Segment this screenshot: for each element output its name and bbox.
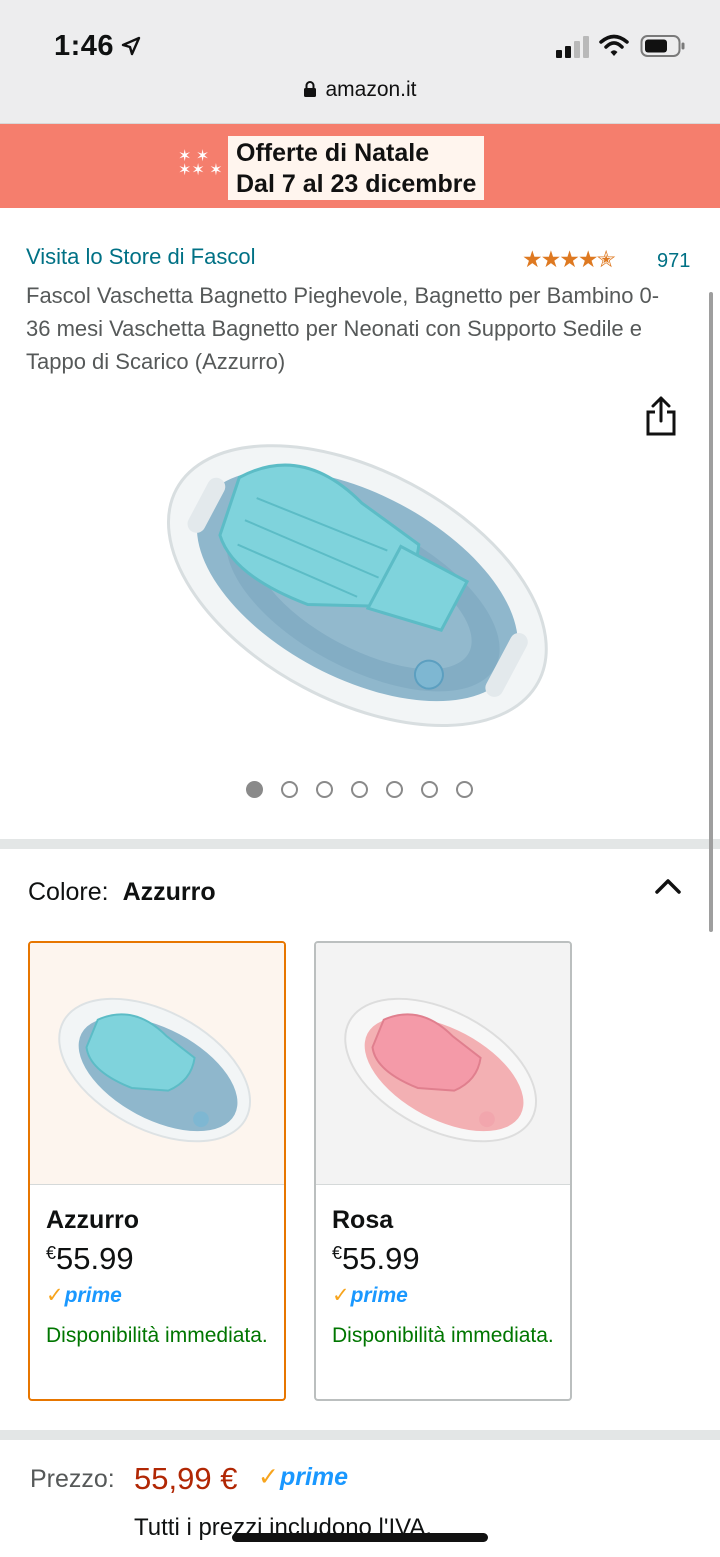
prime-badge: ✓prime: [46, 1283, 122, 1308]
color-option-rosa[interactable]: Rosa €55.99 ✓prime Disponibilità immedia…: [314, 941, 572, 1401]
carousel-dot[interactable]: [351, 781, 368, 798]
share-icon[interactable]: [644, 395, 678, 437]
availability-text: Disponibilità immediata.: [46, 1324, 268, 1347]
carousel-dot[interactable]: [421, 781, 438, 798]
lock-icon: [304, 81, 317, 97]
color-option-azzurro[interactable]: Azzurro €55.99 ✓prime Disponibilità imme…: [28, 941, 286, 1401]
price-label: Prezzo:: [30, 1465, 115, 1493]
chevron-up-icon[interactable]: [654, 877, 682, 895]
promo-line-2: Dal 7 al 23 dicembre: [236, 170, 477, 198]
swatch-name: Azzurro: [46, 1206, 140, 1234]
currency-symbol: €: [332, 1243, 343, 1263]
address-bar[interactable]: amazon.it: [0, 78, 720, 102]
color-selected-value: Azzurro: [122, 878, 216, 906]
swatch-price: €55.99: [332, 1241, 420, 1277]
prime-label: prime: [350, 1284, 408, 1307]
carousel-dot[interactable]: [281, 781, 298, 798]
promo-banner[interactable]: Offerte di Natale Dal 7 al 23 dicembre: [0, 124, 720, 208]
store-link[interactable]: Visita lo Store di Fascol: [26, 244, 255, 270]
currency-symbol: €: [46, 1243, 57, 1263]
color-selector-header[interactable]: Colore: Azzurro: [28, 878, 216, 907]
sparkle-decoration-icon: ✶ ✶ ✶✶ ✶: [178, 148, 223, 179]
rating-count[interactable]: 971: [657, 250, 690, 273]
product-title: Fascol Vaschetta Bagnetto Pieghevole, Ba…: [26, 283, 660, 374]
prime-badge: ✓prime: [332, 1283, 408, 1308]
promo-text-box: Offerte di Natale Dal 7 al 23 dicembre: [228, 136, 485, 200]
price-amount: 55.99: [56, 1241, 134, 1276]
promo-line-1: Offerte di Natale: [236, 139, 430, 167]
carousel-dot[interactable]: [456, 781, 473, 798]
url-text: amazon.it: [325, 78, 417, 101]
wifi-icon: [599, 34, 629, 56]
prime-badge: ✓prime: [258, 1462, 348, 1492]
product-image[interactable]: [140, 380, 580, 760]
browser-chrome: 1:46 amazon.it: [0, 0, 720, 124]
home-indicator[interactable]: [232, 1533, 488, 1542]
swatch-name: Rosa: [332, 1206, 394, 1234]
status-time: 1:46: [54, 30, 115, 62]
swatch-price: €55.99: [46, 1241, 134, 1277]
section-divider: [0, 839, 720, 849]
cellular-signal-icon: [556, 36, 589, 58]
price-row: Prezzo: 55,99 € ✓prime: [30, 1461, 348, 1496]
swatch-image: [30, 943, 284, 1185]
location-arrow-icon: [121, 36, 141, 56]
battery-icon: [640, 35, 685, 57]
prime-check-icon: ✓: [46, 1284, 64, 1307]
prime-check-icon: ✓: [332, 1284, 350, 1307]
image-carousel-dots[interactable]: [246, 781, 473, 798]
swatch-image: [316, 943, 570, 1185]
scrollbar[interactable]: [709, 292, 713, 932]
price-amount: 55.99: [342, 1241, 420, 1276]
color-label: Colore:: [28, 878, 109, 906]
prime-check-icon: ✓: [258, 1463, 279, 1491]
prime-label: prime: [64, 1284, 122, 1307]
rating-stars-icon[interactable]: ★★★★✭: [522, 246, 616, 273]
section-divider: [0, 1430, 720, 1440]
availability-text: Disponibilità immediata.: [332, 1324, 554, 1347]
carousel-dot[interactable]: [246, 781, 263, 798]
prime-label: prime: [279, 1463, 349, 1491]
carousel-dot[interactable]: [386, 781, 403, 798]
carousel-dot[interactable]: [316, 781, 333, 798]
price-value: 55,99 €: [134, 1461, 238, 1496]
